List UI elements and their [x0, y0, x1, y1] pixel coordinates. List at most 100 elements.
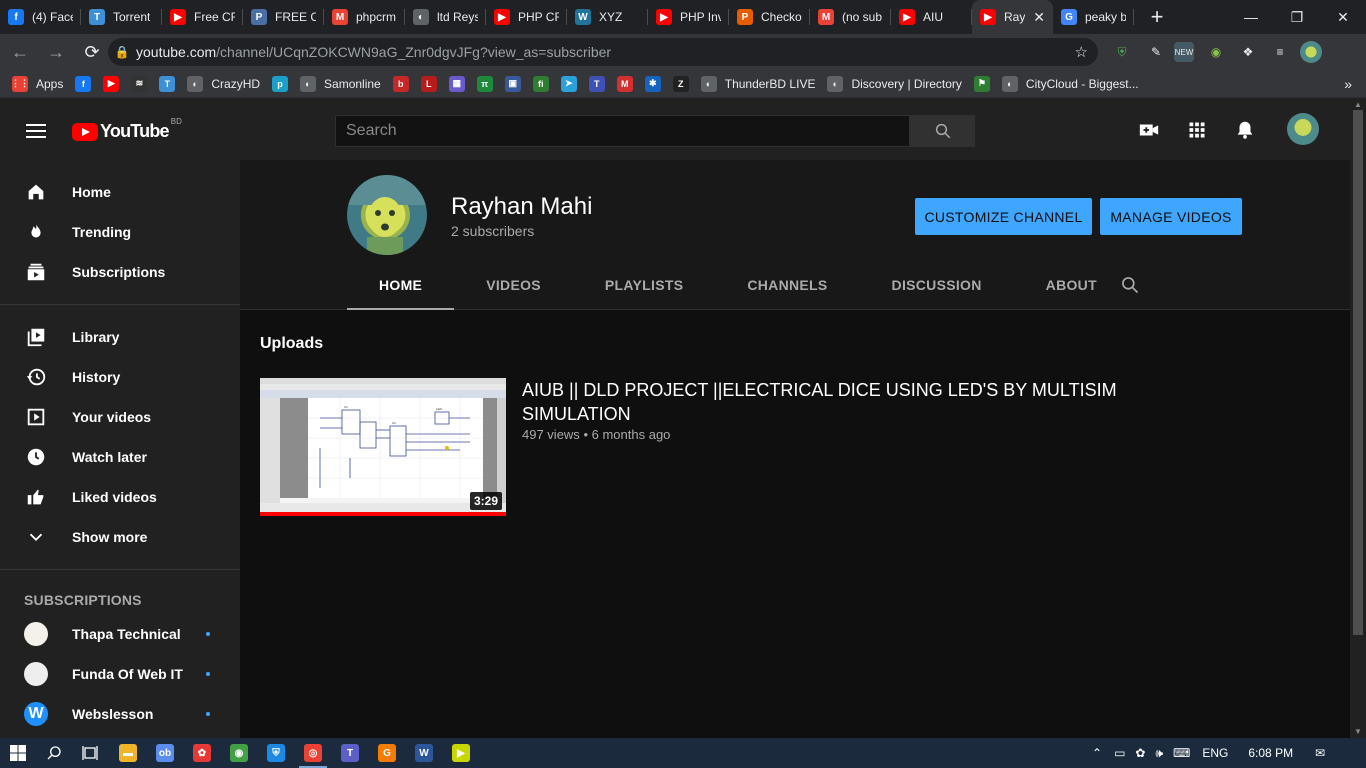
taskbar-app[interactable]: ◎ — [295, 738, 331, 768]
bookmarks-overflow-button[interactable]: » — [1344, 76, 1352, 92]
scroll-down-icon[interactable]: ▼ — [1354, 727, 1362, 736]
taskbar-app[interactable]: ob — [147, 738, 183, 768]
task-view-button[interactable] — [72, 738, 108, 768]
youtube-logo[interactable]: YouTube BD — [72, 117, 182, 142]
media-control-icon[interactable]: ≡ — [1270, 42, 1290, 62]
guide-item-your-videos[interactable]: Your videos — [0, 397, 240, 437]
bookmark-item[interactable]: ≋ — [131, 75, 148, 92]
bookmark-item[interactable]: π — [476, 75, 493, 92]
browser-tab[interactable]: ▶ Free CR — [162, 0, 243, 34]
extension-pen-icon[interactable]: ✎ — [1146, 42, 1166, 62]
taskbar-app[interactable]: W — [406, 738, 442, 768]
address-bar[interactable]: 🔒 youtube.com/channel/UCqnZOKCWN9aG_Znr0… — [108, 38, 1098, 66]
browser-tab[interactable]: W XYZ — [567, 0, 648, 34]
bookmark-item[interactable]: L — [420, 75, 437, 92]
taskbar-app[interactable]: ◉ — [221, 738, 257, 768]
guide-item-history[interactable]: History — [0, 357, 240, 397]
scroll-up-icon[interactable]: ▲ — [1354, 100, 1362, 109]
guide-item-home[interactable]: Home — [0, 172, 240, 212]
bookmark-star-icon[interactable]: ☆ — [1075, 43, 1088, 61]
taskbar-app[interactable]: ▶ — [443, 738, 479, 768]
tab-channels[interactable]: CHANNELS — [715, 260, 859, 310]
bookmark-item[interactable]: ◐ ThunderBD LIVE — [700, 75, 815, 92]
taskbar-app[interactable]: ⛨ — [258, 738, 294, 768]
taskbar-app[interactable]: T — [332, 738, 368, 768]
guide-menu-icon[interactable] — [26, 124, 46, 138]
language-indicator[interactable]: ENG — [1202, 746, 1228, 760]
extension-shield-icon[interactable]: ⛨ — [1112, 42, 1132, 62]
customize-channel-button[interactable]: CUSTOMIZE CHANNEL — [915, 198, 1092, 235]
forward-button[interactable]: → — [40, 36, 72, 68]
bookmark-item[interactable]: Z — [672, 75, 689, 92]
browser-tab[interactable]: P Checko — [729, 0, 810, 34]
subscription-item[interactable]: Funda Of Web IT — [0, 654, 240, 694]
browser-tab[interactable]: Mphpcrm — [324, 0, 405, 34]
tray-overflow-icon[interactable]: ⌃ — [1092, 746, 1102, 760]
notifications-button[interactable] — [1233, 118, 1257, 142]
restore-button[interactable]: ❐ — [1274, 0, 1320, 34]
guide-item-subscriptions[interactable]: Subscriptions — [0, 252, 240, 292]
action-center-icon[interactable]: ✉ — [1315, 746, 1325, 760]
start-button[interactable] — [0, 738, 36, 768]
minimize-button[interactable]: — — [1228, 0, 1274, 34]
browser-tab[interactable]: ▶ AIU — [891, 0, 972, 34]
browser-tab[interactable]: Gpeaky b — [1053, 0, 1134, 34]
account-avatar[interactable] — [1287, 113, 1319, 145]
create-video-button[interactable] — [1137, 118, 1161, 142]
back-button[interactable]: ← — [4, 36, 36, 68]
search-button[interactable] — [910, 115, 975, 147]
bookmark-item[interactable]: ◐ CityCloud - Biggest... — [1001, 75, 1139, 92]
scrollbar-thumb[interactable] — [1353, 110, 1363, 635]
guide-item-show-more[interactable]: Show more — [0, 517, 240, 557]
video-thumbnail[interactable]: U1 U2 LED 3:29 — [260, 378, 506, 516]
guide-item-liked-videos[interactable]: Liked videos — [0, 477, 240, 517]
bookmark-item[interactable]: b — [392, 75, 409, 92]
uploads-heading[interactable]: Uploads — [260, 335, 323, 353]
browser-tab[interactable]: f (4) Face — [0, 0, 81, 34]
manage-videos-button[interactable]: MANAGE VIDEOS — [1100, 198, 1242, 235]
tab-about[interactable]: ABOUT — [1014, 260, 1129, 310]
taskbar-app[interactable]: ✿ — [184, 738, 220, 768]
extensions-puzzle-icon[interactable]: ❖ — [1238, 42, 1258, 62]
video-title[interactable]: AIUB || DLD PROJECT ||ELECTRICAL DICE US… — [522, 378, 1122, 426]
tab-discussion[interactable]: DISCUSSION — [860, 260, 1014, 310]
guide-item-trending[interactable]: Trending — [0, 212, 240, 252]
wifi-icon[interactable]: ✿ — [1135, 746, 1145, 760]
subscription-item[interactable]: W Webslesson — [0, 694, 240, 734]
bookmark-item[interactable]: ▦ — [448, 75, 465, 92]
bookmark-item[interactable]: ▶ — [103, 75, 120, 92]
bookmark-item[interactable]: T — [159, 75, 176, 92]
bookmark-item[interactable]: M — [616, 75, 633, 92]
extension-globe-icon[interactable]: ◉ — [1206, 42, 1226, 62]
taskbar-app[interactable]: ▬ — [110, 738, 146, 768]
extension-new-icon[interactable]: NEW — [1174, 42, 1194, 62]
guide-item-watch-later[interactable]: Watch later — [0, 437, 240, 477]
taskbar-search-button[interactable] — [36, 738, 72, 768]
reload-button[interactable]: ⟳ — [76, 36, 108, 68]
bookmark-item[interactable]: ⚑ — [973, 75, 990, 92]
browser-tab[interactable]: ◐ ltd Reys — [405, 0, 486, 34]
browser-tab[interactable]: ▶ PHP Inv — [648, 0, 729, 34]
browser-tab[interactable]: ▶ PHP CR — [486, 0, 567, 34]
close-window-button[interactable]: ✕ — [1320, 0, 1366, 34]
channel-search-button[interactable] — [1120, 275, 1140, 300]
clock[interactable]: 6:08 PM — [1248, 746, 1293, 760]
bookmark-item[interactable]: fi — [532, 75, 549, 92]
bookmark-item[interactable]: T — [588, 75, 605, 92]
bookmark-item[interactable]: ◐ Samonline — [300, 75, 381, 92]
profile-avatar[interactable] — [1300, 41, 1322, 63]
guide-item-library[interactable]: Library — [0, 317, 240, 357]
new-tab-button[interactable]: + — [1140, 0, 1174, 34]
tab-videos[interactable]: VIDEOS — [454, 260, 573, 310]
bookmark-item[interactable]: f — [75, 75, 92, 92]
bookmark-item[interactable]: ⋮⋮ Apps — [11, 75, 63, 92]
tab-playlists[interactable]: PLAYLISTS — [573, 260, 715, 310]
subscription-item[interactable]: Thapa Technical — [0, 614, 240, 654]
close-tab-icon[interactable]: ✕ — [1033, 9, 1045, 26]
keyboard-icon[interactable]: ⌨ — [1173, 746, 1190, 760]
browser-tab[interactable]: P FREE CF — [243, 0, 324, 34]
battery-icon[interactable]: ▭ — [1114, 746, 1125, 760]
browser-tab[interactable]: ▶ Ray ✕ — [972, 0, 1053, 34]
tab-home[interactable]: HOME — [347, 260, 455, 311]
bookmark-item[interactable]: p — [272, 75, 289, 92]
